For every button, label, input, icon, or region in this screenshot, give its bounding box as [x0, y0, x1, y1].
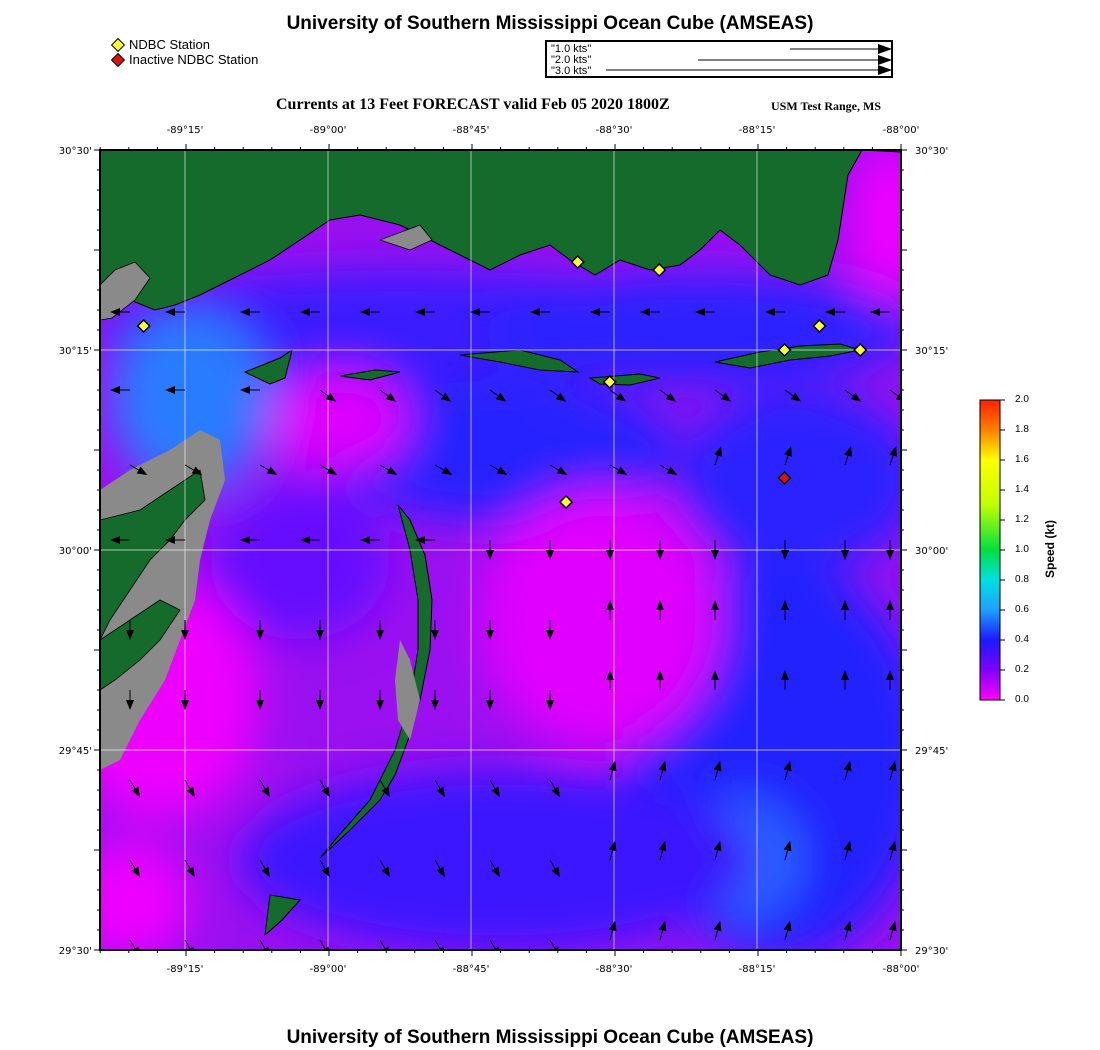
legend-active-station: NDBC Station — [110, 37, 210, 52]
top-tick-label: -88°15' — [739, 125, 776, 136]
top-tick-label: -89°00' — [310, 125, 347, 136]
colorbar-title: Speed (kt) — [1043, 519, 1057, 578]
top-tick-label: -89°15' — [167, 125, 204, 136]
yellow-diamond-icon — [110, 37, 126, 52]
bottom-tick-label: -89°15' — [167, 964, 204, 975]
top-tick-label: -88°45' — [453, 125, 490, 136]
left-tick-label: 30°15' — [59, 346, 92, 357]
map-figure: -89°15' -89°00' -88°45' -88°30' -88°15' … — [59, 44, 1005, 975]
bottom-tick-label: -88°15' — [739, 964, 776, 975]
scale-box: "1.0 kts" "2.0 kts" "3.0 kts" — [545, 40, 893, 78]
colorbar-tick-label: 1.0 — [1015, 544, 1029, 555]
left-tick-label: 30°30' — [59, 146, 92, 157]
colorbar-ticks — [1000, 399, 1005, 701]
colorbar-tick-label: 0.6 — [1015, 604, 1029, 615]
colorbar — [979, 399, 1001, 701]
forecast-subtitle: Currents at 13 Feet FORECAST valid Feb 0… — [276, 96, 670, 113]
colorbar-tick-label: 1.4 — [1015, 484, 1029, 495]
scale-label-3: "3.0 kts" — [551, 65, 592, 77]
colorbar-tick-label: 1.8 — [1015, 424, 1029, 435]
colorbar-tick-label: 2.0 — [1015, 394, 1029, 405]
right-tick-label: 30°00' — [915, 546, 948, 557]
colorbar-tick-label: 0.4 — [1015, 634, 1029, 645]
top-tick-label: -88°30' — [596, 125, 633, 136]
figure-title: University of Southern Mississippi Ocean… — [286, 13, 814, 34]
bottom-tick-label: -88°30' — [596, 964, 633, 975]
right-tick-label: 29°30' — [915, 946, 948, 957]
right-tick-label: 29°45' — [915, 746, 948, 757]
colorbar-tick-label: 1.6 — [1015, 454, 1029, 465]
legend-active-label: NDBC Station — [129, 37, 210, 52]
footer-title: University of Southern Mississippi Ocean… — [286, 1027, 814, 1048]
top-tick-label: -88°00' — [883, 125, 920, 136]
bottom-tick-label: -88°00' — [883, 964, 920, 975]
colorbar-tick-label: 0.2 — [1015, 664, 1029, 675]
bottom-tick-label: -88°45' — [453, 964, 490, 975]
legend-inactive-label: Inactive NDBC Station — [129, 52, 259, 67]
left-tick-label: 29°30' — [59, 946, 92, 957]
bottom-tick-label: -89°00' — [310, 964, 347, 975]
legend-inactive-station: Inactive NDBC Station — [110, 52, 259, 67]
right-tick-label: 30°30' — [915, 146, 948, 157]
red-diamond-icon — [110, 52, 126, 67]
right-tick-label: 30°15' — [915, 346, 948, 357]
region-label: USM Test Range, MS — [771, 99, 882, 113]
colorbar-tick-label: 0.8 — [1015, 574, 1029, 585]
left-tick-label: 29°45' — [59, 746, 92, 757]
colorbar-tick-label: 1.2 — [1015, 514, 1029, 525]
colorbar-tick-label: 0.0 — [1015, 694, 1029, 705]
left-tick-label: 30°00' — [59, 546, 92, 557]
